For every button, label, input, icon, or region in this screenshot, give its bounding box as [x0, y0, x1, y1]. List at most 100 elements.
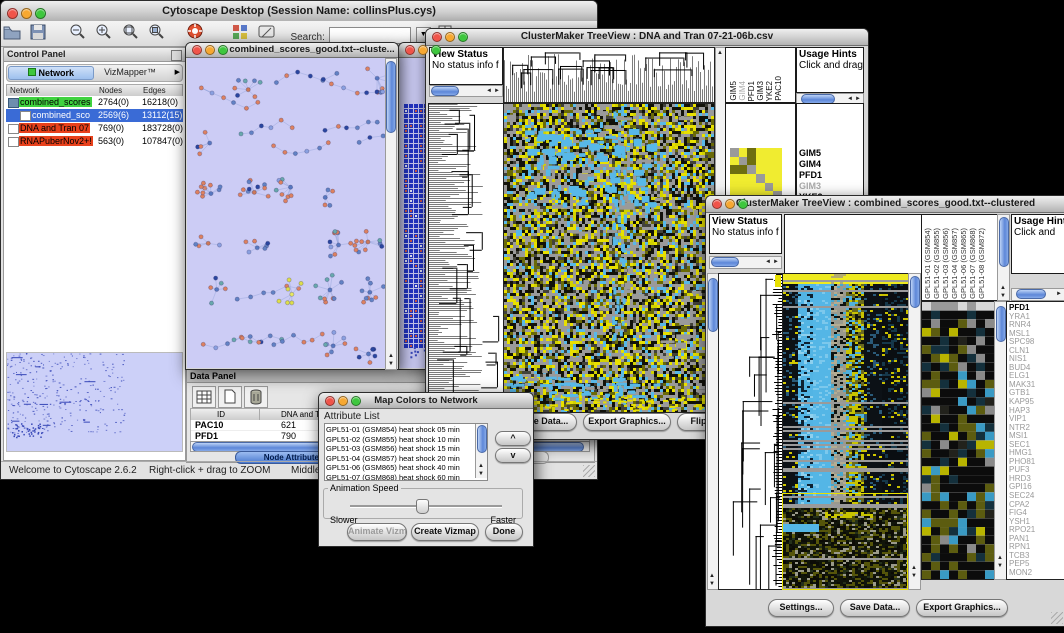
gene-label[interactable]: SEC24: [1009, 492, 1035, 501]
minimize-icon[interactable]: [418, 45, 428, 55]
gene-label[interactable]: GPI16: [1009, 483, 1035, 492]
gene-label[interactable]: CLN1: [1009, 347, 1035, 356]
attribute-item[interactable]: GPL51-03 (GSM856) heat shock 15 min: [326, 444, 475, 454]
gene-label[interactable]: TCB3: [1009, 552, 1035, 561]
network-overview-canvas[interactable]: [6, 352, 183, 452]
table-row[interactable]: combined_scores2764(0)16218(0): [6, 96, 183, 109]
attribute-item[interactable]: GPL51-07 (GSM868) heat shock 60 min: [326, 473, 475, 482]
zoom-window-icon[interactable]: [351, 396, 361, 406]
zoom-fit-icon[interactable]: [147, 23, 167, 41]
gene-label[interactable]: RNR4: [1009, 321, 1035, 330]
zoom-window-icon[interactable]: [218, 45, 228, 55]
tv2-labels-vscrollbar[interactable]: ▲▼: [997, 214, 1010, 301]
tv2-heatmap-canvas[interactable]: [782, 273, 909, 590]
dialog-button-create-vizmap[interactable]: Create Vizmap: [411, 523, 479, 541]
gene-label[interactable]: MON2: [1009, 569, 1035, 578]
gene-label[interactable]: PFD1: [1009, 304, 1035, 313]
gene-label[interactable]: CPA2: [1009, 501, 1035, 510]
table-mode-icon[interactable]: [192, 386, 216, 408]
gene-label[interactable]: YRA1: [1009, 313, 1035, 322]
gene-label[interactable]: GTB1: [1009, 389, 1035, 398]
gene-label[interactable]: NTR2: [1009, 424, 1035, 433]
close-icon[interactable]: [405, 45, 415, 55]
minimize-icon[interactable]: [21, 8, 32, 19]
resize-grip[interactable]: [583, 465, 595, 477]
snapshot-icon[interactable]: [257, 24, 277, 42]
gene-label[interactable]: PHO81: [1009, 458, 1035, 467]
close-icon[interactable]: [325, 396, 335, 406]
attribute-item[interactable]: GPL51-04 (GSM857) heat shock 20 min: [326, 454, 475, 464]
gene-label[interactable]: MAK31: [1009, 381, 1035, 390]
tv2-expression-heatmap-canvas[interactable]: [921, 301, 995, 580]
gene-label[interactable]: MSL1: [1009, 330, 1035, 339]
gene-label[interactable]: ELG1: [1009, 372, 1035, 381]
zoom-window-icon[interactable]: [738, 199, 748, 209]
gene-label[interactable]: HMG1: [1009, 449, 1035, 458]
gene-label[interactable]: RPN1: [1009, 543, 1035, 552]
treeview2-title-bar[interactable]: ClusterMaker TreeView : combined_scores_…: [706, 196, 1064, 213]
tv2-usage-hscrollbar[interactable]: ►: [1011, 288, 1064, 301]
table-row[interactable]: DNA and Tran 07769(0)183728(0): [6, 122, 183, 135]
vizmapper-icon[interactable]: [231, 24, 251, 42]
zoom-window-icon[interactable]: [431, 45, 441, 55]
minimize-icon[interactable]: [725, 199, 735, 209]
attribute-list[interactable]: GPL51-01 (GSM854) heat shock 05 minGPL51…: [324, 423, 488, 481]
gene-label[interactable]: NIS1: [1009, 355, 1035, 364]
network1-view-canvas[interactable]: [187, 58, 386, 368]
move-up-button[interactable]: ^: [495, 431, 531, 446]
tv2-button-save-data-[interactable]: Save Data...: [840, 599, 910, 617]
tv2-row-dendrogram-canvas[interactable]: [718, 273, 783, 590]
close-icon[interactable]: [7, 8, 18, 19]
tv1-heatmap-canvas[interactable]: [503, 103, 715, 413]
treeview1-title-bar[interactable]: ClusterMaker TreeView : DNA and Tran 07-…: [426, 29, 868, 46]
float-panel-icon[interactable]: [171, 50, 182, 61]
tv2-button-export-graphics-[interactable]: Export Graphics...: [916, 599, 1008, 617]
zoom-selected-icon[interactable]: [120, 23, 140, 41]
table-row[interactable]: RNAPuberNov2+!563(0)107847(0): [6, 135, 183, 148]
gene-label[interactable]: HRD3: [1009, 475, 1035, 484]
tabs-more-icon[interactable]: ▶: [175, 68, 180, 76]
tv2-status-hscrollbar[interactable]: ◄►: [709, 256, 782, 269]
gene-label[interactable]: MSI1: [1009, 432, 1035, 441]
dialog-button-done[interactable]: Done: [485, 523, 523, 541]
gene-label[interactable]: FIG4: [1009, 509, 1035, 518]
gene-label[interactable]: BUD4: [1009, 364, 1035, 373]
attribute-item[interactable]: GPL51-01 (GSM854) heat shock 05 min: [326, 425, 475, 435]
tv2-button-settings-[interactable]: Settings...: [768, 599, 834, 617]
tv2-heatmap-vscrollbar[interactable]: ▲▼: [908, 273, 921, 590]
tv1-row-dendrogram-canvas[interactable]: [428, 103, 504, 413]
main-title-bar[interactable]: Cytoscape Desktop (Session Name: collins…: [1, 1, 597, 22]
speed-slider-thumb[interactable]: [416, 499, 429, 514]
table-row[interactable]: combined_sco2569(6)13112(15): [6, 109, 183, 122]
tv1-summary-matrix[interactable]: [730, 148, 782, 200]
gene-label[interactable]: HAP3: [1009, 407, 1035, 416]
network1-title-bar[interactable]: combined_scores_good.txt--cluste...: [186, 43, 398, 58]
save-icon[interactable]: [28, 24, 48, 42]
tab-network[interactable]: Network: [8, 66, 94, 80]
resize-grip[interactable]: [1051, 612, 1063, 624]
gene-label[interactable]: PFD1: [799, 170, 827, 181]
minimize-icon[interactable]: [338, 396, 348, 406]
gene-label[interactable]: PAN1: [1009, 535, 1035, 544]
move-down-button[interactable]: v: [495, 448, 531, 463]
gene-label[interactable]: SEC1: [1009, 441, 1035, 450]
gene-label[interactable]: GIM5: [799, 148, 827, 159]
gene-label[interactable]: RPO21: [1009, 526, 1035, 535]
attribute-item[interactable]: GPL51-02 (GSM855) heat shock 10 min: [326, 435, 475, 445]
gene-label[interactable]: KAP95: [1009, 398, 1035, 407]
gene-label[interactable]: GIM4: [799, 159, 827, 170]
minimize-icon[interactable]: [445, 32, 455, 42]
tv2-column-tree-panel[interactable]: [784, 214, 922, 274]
zoom-window-icon[interactable]: [35, 8, 46, 19]
network1-vscrollbar[interactable]: ▲▼: [385, 58, 397, 370]
tv1-column-dendrogram-canvas[interactable]: [503, 47, 715, 103]
dialog-title-bar[interactable]: Map Colors to Network: [319, 393, 533, 409]
delete-attribute-icon[interactable]: [244, 386, 268, 408]
zoom-in-icon[interactable]: [94, 23, 114, 41]
zoom-window-icon[interactable]: [458, 32, 468, 42]
gene-label[interactable]: PEP5: [1009, 560, 1035, 569]
tv1-status-hscrollbar[interactable]: ◄►: [429, 85, 503, 97]
gene-label[interactable]: GIM3: [799, 181, 827, 192]
tv1-button-export-graphics-[interactable]: Export Graphics...: [583, 413, 671, 431]
open-folder-icon[interactable]: [2, 24, 22, 42]
